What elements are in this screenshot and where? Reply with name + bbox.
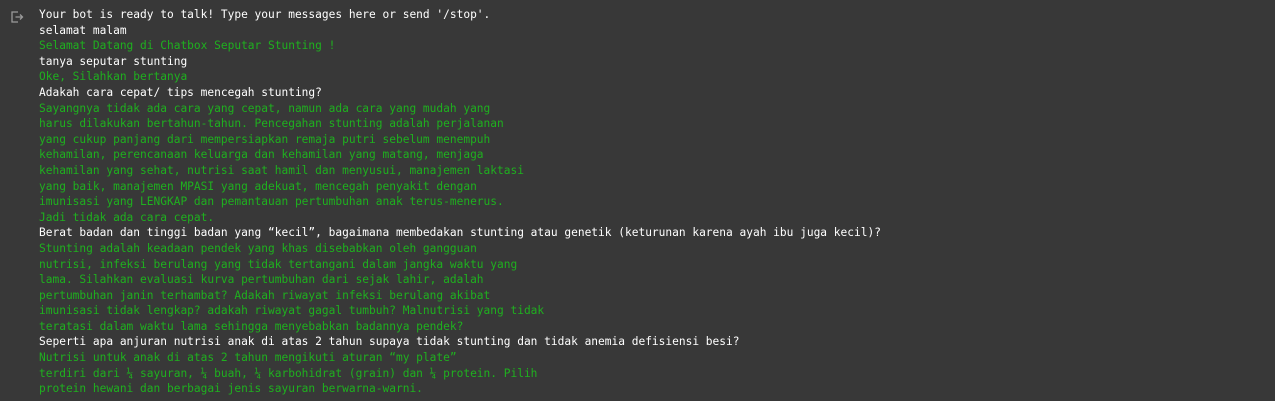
bot-message-line: terdiri dari ¼ sayuran, ¼ buah, ¼ karboh…: [39, 366, 538, 380]
bot-message-line: imunisasi tidak lengkap? adakah riwayat …: [39, 304, 545, 318]
bot-message-line: Selamat Datang di Chatbox Seputar Stunti…: [39, 39, 336, 53]
bot-message-line: kehamilan yang sehat, nutrisi saat hamil…: [39, 163, 524, 177]
cell-output-area: Your bot is ready to talk! Type your mes…: [0, 0, 1275, 401]
bot-message-line: kehamilan, perencanaan keluarga dan keha…: [39, 148, 484, 162]
chat-transcript: Your bot is ready to talk! Type your mes…: [39, 7, 1275, 397]
bot-message-line: teratasi dalam waktu lama sehingga menye…: [39, 319, 464, 333]
user-message-line: Seperti apa anjuran nutrisi anak di atas…: [39, 335, 740, 349]
bot-message-line: harus dilakukan bertahun-tahun. Pencegah…: [39, 117, 504, 131]
bot-message-line: protein hewani dan berbagai jenis sayura…: [39, 382, 423, 396]
user-message-line: Berat badan dan tinggi badan yang “kecil…: [39, 226, 881, 240]
bot-message-line: yang baik, manajemen MPASI yang adekuat,…: [39, 179, 477, 193]
bot-message-line: Stunting adalah keadaan pendek yang khas…: [39, 241, 477, 255]
user-message-line: Adakah cara cepat/ tips mencegah stuntin…: [39, 85, 322, 99]
bot-message-line: Jadi tidak ada cara cepat.: [39, 210, 215, 224]
bot-message-line: lama. Silahkan evaluasi kurva pertumbuha…: [39, 273, 484, 287]
bot-message-line: nutrisi, infeksi berulang yang tidak ter…: [39, 257, 518, 271]
user-message-line: selamat malam: [39, 23, 127, 37]
bot-message-line: pertumbuhan janin terhambat? Adakah riwa…: [39, 288, 491, 302]
bot-message-line: Oke, Silahkan bertanya: [39, 70, 188, 84]
bot-message-line: Nutrisi untuk anak di atas 2 tahun mengi…: [39, 351, 457, 365]
bot-message-line: Sayangnya tidak ada cara yang cepat, nam…: [39, 101, 491, 115]
user-message-line: tanya seputar stunting: [39, 54, 188, 68]
system-message-line: Your bot is ready to talk! Type your mes…: [39, 8, 491, 21]
bot-message-line: yang cukup panjang dari mempersiapkan re…: [39, 132, 491, 146]
output-icon[interactable]: [10, 10, 24, 24]
bot-message-line: imunisasi yang LENGKAP dan pemantauan pe…: [39, 195, 504, 209]
